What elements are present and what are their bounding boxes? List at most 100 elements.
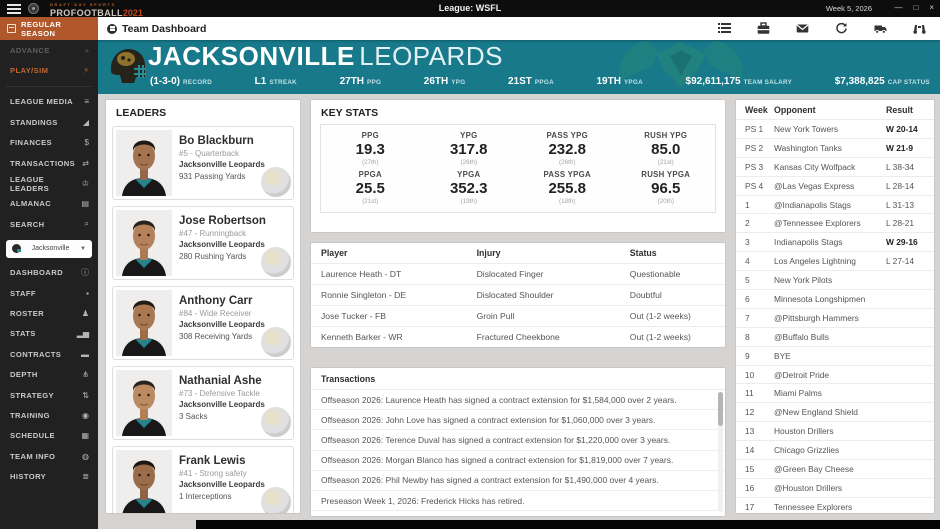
team-selector-dropdown[interactable]: Jacksonville ▼ — [6, 240, 92, 258]
sidebar-item-advance[interactable]: ADVANCE » — [0, 40, 98, 60]
transaction-item: Offseason 2026: Laurence Heath has signe… — [311, 390, 725, 410]
streak-value: L1 — [255, 76, 267, 87]
sidebar-item-finances[interactable]: FINANCES $ — [0, 133, 98, 153]
sidebar-item-schedule[interactable]: SCHEDULE ▦ — [0, 426, 98, 446]
schedule-row[interactable]: PS 4@Las Vegas ExpressL 28-14 — [736, 177, 934, 196]
sidebar-item-depth[interactable]: DEPTH ⋔ — [0, 364, 98, 384]
truck-icon[interactable] — [874, 22, 887, 35]
close-button[interactable]: × — [929, 2, 934, 14]
maximize-button[interactable]: □ — [913, 2, 918, 14]
ppg-rank-value: 27TH — [340, 76, 364, 87]
schedule-row[interactable]: 7@Pittsburgh Hammers — [736, 309, 934, 328]
app-window: DRAFT DAY SPORTS PROFOOTBALL2021 League:… — [0, 0, 940, 529]
schedule-row[interactable]: 8@Buffalo Bulls — [736, 328, 934, 347]
stat-ypg: YPG317.8(26th) — [420, 131, 519, 166]
sidebar-item-dashboard[interactable]: DASHBOARD ⓘ — [0, 263, 98, 283]
leader-card[interactable]: Jose Robertson #47 - Runningback Jackson… — [112, 206, 294, 280]
calendar-icon — [7, 24, 16, 33]
injury-row[interactable]: Kenneth Barker - WR Fractured Cheekbone … — [311, 327, 725, 347]
injury-status: Questionable — [630, 264, 725, 284]
sidebar-item-team-info[interactable]: TEAM INFO ◍ — [0, 446, 98, 466]
schedule-row[interactable]: PS 3Kansas City WolfpackL 38-34 — [736, 158, 934, 177]
injury-row[interactable]: Jose Tucker - FB Groin Pull Out (1-2 wee… — [311, 306, 725, 327]
ypg-rank-value: 26TH — [424, 76, 448, 87]
player-team: Jacksonville Leopards — [179, 240, 289, 249]
transactions-panel: Transactions Offseason 2026: Laurence He… — [310, 367, 726, 517]
schedule-row[interactable]: 16@Houston Drillers — [736, 479, 934, 498]
schedule-week: PS 2 — [736, 143, 774, 153]
leader-card[interactable]: Bo Blackburn #5 - Quarterback Jacksonvil… — [112, 126, 294, 200]
schedule-opponent: BYE — [774, 351, 886, 361]
sidebar-item-contracts[interactable]: CONTRACTS ▬ — [0, 344, 98, 364]
binoculars-icon[interactable] — [913, 22, 926, 35]
schedule-opponent: @Green Bay Cheese — [774, 464, 886, 474]
scrollbar-thumb[interactable] — [718, 392, 723, 426]
schedule-row[interactable]: 2@Tennessee ExplorersL 28-21 — [736, 214, 934, 233]
schedule-row[interactable]: PS 1New York TowersW 20-14 — [736, 120, 934, 139]
sidebar-item-league-leaders[interactable]: LEAGUE LEADERS ♔ — [0, 173, 98, 193]
schedule-row[interactable]: 6Minnesota Longshipmen — [736, 290, 934, 309]
schedule-row[interactable]: 14Chicago Grizzlies — [736, 441, 934, 460]
schedule-row[interactable]: 3Indianapolis StagsW 29-16 — [736, 233, 934, 252]
training-icon: ◉ — [82, 411, 89, 420]
dollar-icon: $ — [85, 138, 89, 147]
injury-type: Dislocated Shoulder — [477, 285, 630, 305]
injury-player: Laurence Heath - DT — [311, 264, 477, 284]
roster-icon: ♟ — [82, 309, 89, 318]
schedule-row[interactable]: 17Tennessee Explorers — [736, 498, 934, 514]
schedule-week: 6 — [736, 294, 774, 304]
dashboard-content: LEADERS Bo Blackburn #5 - Quarterback Ja… — [98, 94, 940, 520]
player-photo — [116, 210, 172, 276]
refresh-icon[interactable] — [835, 22, 848, 35]
sidebar-item-history[interactable]: HISTORY ≣ — [0, 466, 98, 486]
stat-pass-ypga: PASS YPGA255.8(18th) — [518, 170, 617, 205]
schedule-row[interactable]: 4Los Angeles LightningL 27-14 — [736, 252, 934, 271]
sidebar-item-league-media[interactable]: LEAGUE MEDIA ≡ — [0, 92, 98, 112]
sidebar-item-strategy[interactable]: STRATEGY ⇅ — [0, 385, 98, 405]
sidebar-item-stats[interactable]: STATS ▂▅ — [0, 324, 98, 344]
schedule-row[interactable]: 1@Indianapolis StagsL 31-13 — [736, 196, 934, 215]
player-name: Anthony Carr — [179, 295, 289, 307]
ppg-rank-label: PPG — [367, 79, 381, 86]
leader-card[interactable]: Nathanial Ashe #73 - Defensive Tackle Ja… — [112, 366, 294, 440]
schedule-row[interactable]: 13Houston Drillers — [736, 422, 934, 441]
sidebar-item-play-sim[interactable]: PLAY/SIM ⚡ — [0, 60, 98, 80]
briefcase-icon[interactable] — [757, 22, 770, 35]
schedule-week: 13 — [736, 426, 774, 436]
transaction-item: Offseason 2026: Terence Duval has signed… — [311, 430, 725, 450]
sidebar-item-search[interactable]: SEARCH ⌕ — [0, 214, 98, 234]
schedule-opponent: Miami Palms — [774, 388, 886, 398]
player-stat: 1 Interceptions — [179, 492, 289, 501]
transactions-scrollbar[interactable] — [718, 392, 723, 512]
schedule-row[interactable]: 9BYE — [736, 347, 934, 366]
schedule-row[interactable]: 12@New England Shield — [736, 403, 934, 422]
schedule-row[interactable]: PS 2Washington TanksW 21-9 — [736, 139, 934, 158]
mail-icon[interactable] — [796, 22, 809, 35]
list-icon[interactable] — [718, 22, 731, 35]
injury-row[interactable]: Laurence Heath - DT Dislocated Finger Qu… — [311, 264, 725, 285]
transaction-item: Preseason Week 1, 2026: Michael High has… — [311, 511, 725, 517]
leader-card[interactable]: Frank Lewis #41 - Strong safety Jacksonv… — [112, 446, 294, 514]
sidebar-item-roster[interactable]: ROSTER ♟ — [0, 303, 98, 323]
minimize-button[interactable]: — — [894, 2, 902, 14]
team-banner: JACKSONVILLE LEOPARDS (1-3-0)RECORD L1ST… — [98, 40, 940, 94]
schedule-opponent: @Tennessee Explorers — [774, 218, 886, 228]
season-header[interactable]: REGULAR SEASON — [0, 17, 98, 40]
play-sim-icon: ⚡ — [83, 66, 89, 75]
team-helmet-icon — [12, 244, 21, 253]
sidebar-item-transactions[interactable]: TRANSACTIONS ⇄ — [0, 153, 98, 173]
leader-card[interactable]: Anthony Carr #84 - Wide Receiver Jackson… — [112, 286, 294, 360]
schedule-week: 16 — [736, 483, 774, 493]
sidebar-item-standings[interactable]: STANDINGS ◢ — [0, 112, 98, 132]
schedule-row[interactable]: 11Miami Palms — [736, 384, 934, 403]
transaction-item: Offseason 2026: John Love has signed a c… — [311, 410, 725, 430]
schedule-row[interactable]: 15@Green Bay Cheese — [736, 460, 934, 479]
schedule-week: 5 — [736, 275, 774, 285]
sidebar-item-staff[interactable]: STAFF ▪ — [0, 283, 98, 303]
schedule-row[interactable]: 5New York Pilots — [736, 271, 934, 290]
sidebar-item-training[interactable]: TRAINING ◉ — [0, 405, 98, 425]
schedule-opponent: Tennessee Explorers — [774, 502, 886, 512]
sidebar-item-almanac[interactable]: ALMANAC ▤ — [0, 194, 98, 214]
schedule-row[interactable]: 10@Detroit Pride — [736, 366, 934, 385]
injury-row[interactable]: Ronnie Singleton - DE Dislocated Shoulde… — [311, 285, 725, 306]
